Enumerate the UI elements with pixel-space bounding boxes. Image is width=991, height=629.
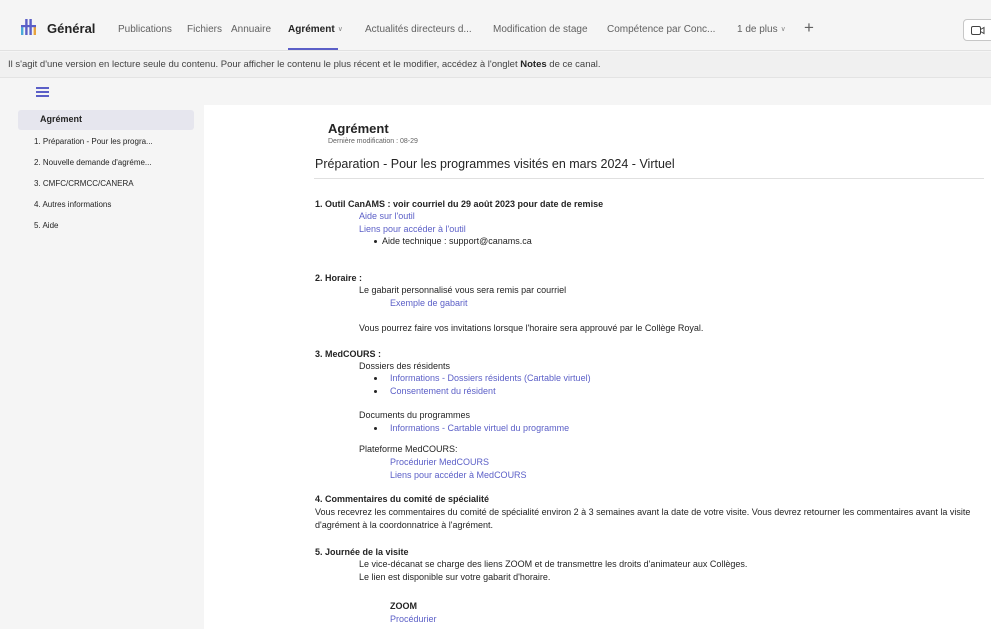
tab-actualites-directeurs[interactable]: Actualités directeurs d... [365, 24, 472, 35]
nav-item-agrement[interactable]: Agrément [18, 110, 194, 130]
section-5-heading: 5. Journée de la visite [315, 547, 409, 557]
tab-more-label: 1 de plus [737, 24, 778, 35]
banner-text: Il s'agit d'une version en lecture seule… [8, 59, 521, 70]
page-toolbar [0, 79, 991, 105]
tab-competence-par-conc[interactable]: Compétence par Conc... [607, 24, 715, 35]
link-procedurier-medcours[interactable]: Procédurier MedCOURS [390, 457, 489, 467]
chevron-down-icon: ∨ [337, 26, 343, 33]
chevron-down-icon: ∨ [780, 26, 786, 33]
read-only-banner: Il s'agit d'une version en lecture seule… [0, 52, 991, 78]
tab-agrement-label: Agrément [288, 24, 335, 35]
support-text: Aide technique : support@canams.ca [382, 236, 532, 246]
tab-annuaire[interactable]: Annuaire [231, 24, 271, 35]
nav-item-autres-informations[interactable]: 4. Autres informations [18, 195, 194, 215]
section-4-heading: 4. Commentaires du comité de spécialité [315, 494, 490, 504]
page-heading: Préparation - Pour les programmes visité… [315, 157, 675, 171]
tab-more[interactable]: 1 de plus ∨ [737, 24, 786, 35]
link-procedurier-zoom[interactable]: Procédurier [390, 614, 437, 624]
nav-item-aide[interactable]: 5. Aide [18, 216, 194, 236]
link-acceder-medcours[interactable]: Liens pour accéder à MedCOURS [390, 470, 527, 480]
nav-item-nouvelle-demande[interactable]: 2. Nouvelle demande d'agréme... [18, 153, 194, 173]
section-navigation: Agrément 1. Préparation - Pour les progr… [0, 105, 204, 629]
app-logo-icon [21, 19, 36, 35]
link-exemple-gabarit[interactable]: Exemple de gabarit [390, 298, 468, 308]
page-content: Agrément Dernière modification : 08-29 P… [204, 105, 991, 629]
invitations-text: Vous pourrez faire vos invitations lorsq… [359, 323, 704, 333]
last-modified: Dernière modification : 08-29 [328, 138, 418, 145]
hamburger-menu-icon[interactable] [36, 87, 49, 97]
zoom-heading: ZOOM [390, 601, 417, 611]
vice-decanat-text: Le vice-décanat se charge des liens ZOOM… [359, 559, 748, 569]
page-title: Agrément [328, 121, 389, 136]
link-aide-outil[interactable]: Aide sur l'outil [359, 211, 415, 221]
link-cartable-virtuel[interactable]: Informations - Cartable virtuel du progr… [390, 423, 569, 433]
plateforme-medcours-label: Plateforme MedCOURS: [359, 444, 458, 454]
nav-item-preparation[interactable]: 1. Préparation - Pour les progra... [18, 132, 194, 152]
lien-disponible-text: Le lien est disponible sur votre gabarit… [359, 572, 551, 582]
link-acceder-outil[interactable]: Liens pour accéder à l'outil [359, 224, 466, 234]
active-tab-indicator [288, 48, 338, 50]
section-3-heading: 3. MedCOURS : [315, 349, 382, 359]
link-informations-dossiers[interactable]: Informations - Dossiers résidents (Carta… [390, 373, 591, 383]
tab-modification-de-stage[interactable]: Modification de stage [493, 24, 588, 35]
tab-fichiers[interactable]: Fichiers [187, 24, 222, 35]
channel-header: Général Publications Fichiers Annuaire A… [0, 0, 991, 51]
nav-item-cmfc[interactable]: 3. CMFC/CRMCC/CANERA [18, 174, 194, 194]
tab-agrement[interactable]: Agrément ∨ [288, 24, 343, 35]
meet-button[interactable] [963, 19, 991, 41]
commentaires-paragraph: Vous recevrez les commentaires du comité… [315, 507, 971, 530]
bullet-icon [374, 390, 377, 393]
bullet-icon [374, 240, 377, 243]
add-tab-plus-icon[interactable]: + [804, 18, 814, 38]
channel-title: Général [47, 21, 96, 36]
link-consentement[interactable]: Consentement du résident [390, 386, 496, 396]
tab-publications[interactable]: Publications [118, 24, 172, 35]
section-2-heading: 2. Horaire : [315, 273, 363, 283]
divider [314, 178, 984, 179]
banner-text-end: de ce canal. [546, 59, 601, 70]
documents-programmes-label: Documents du programmes [359, 410, 471, 420]
dossiers-residents-label: Dossiers des résidents [359, 361, 451, 371]
horaire-text: Le gabarit personnalisé vous sera remis … [359, 285, 567, 295]
section-1-heading: 1. Outil CanAMS : voir courriel du 29 ao… [315, 199, 604, 209]
bullet-icon [374, 427, 377, 430]
video-camera-icon [971, 26, 985, 35]
bullet-icon [374, 377, 377, 380]
banner-notes-tab: Notes [520, 59, 547, 70]
